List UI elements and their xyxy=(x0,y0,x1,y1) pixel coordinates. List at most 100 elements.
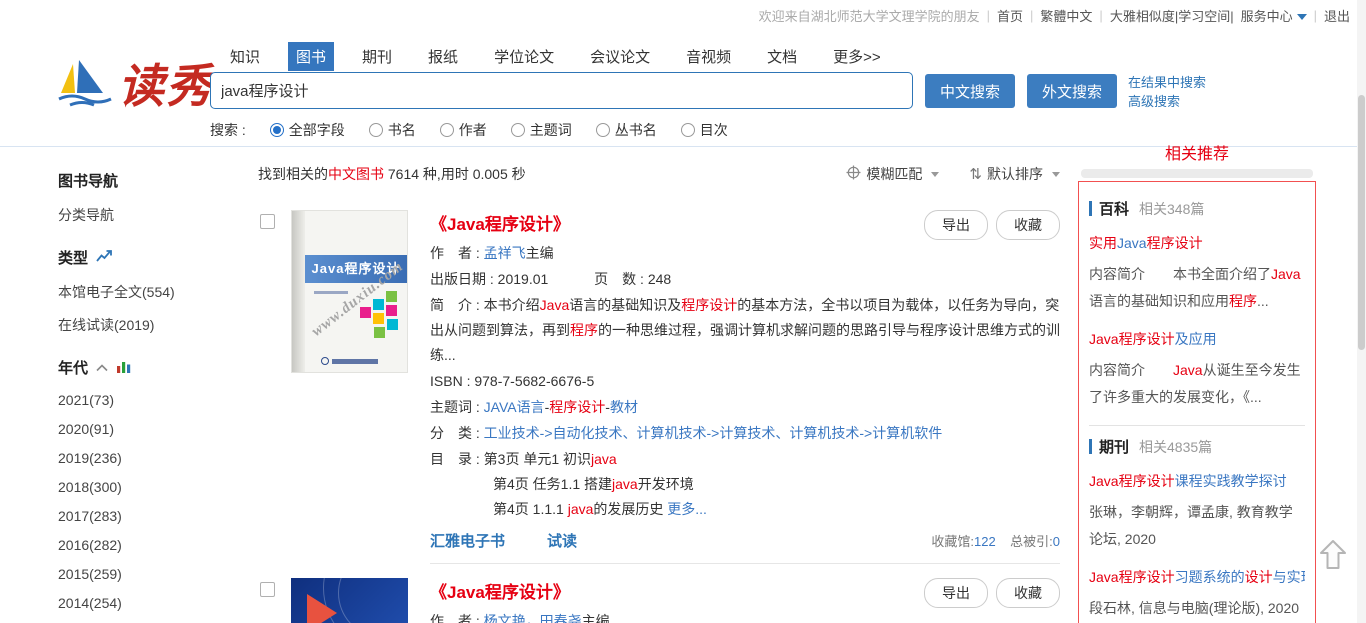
sidebar-item-online-preview[interactable]: 在线试读(2019) xyxy=(58,315,233,335)
section-divider xyxy=(1089,425,1305,426)
scope-book-title[interactable]: 书名 xyxy=(369,120,416,140)
scope-toc[interactable]: 目次 xyxy=(681,120,728,140)
book-title-link[interactable]: 《Java程序设计》 xyxy=(430,210,924,235)
scope-all-fields[interactable]: 全部字段 xyxy=(270,120,345,140)
chinese-search-button[interactable]: 中文搜索 xyxy=(925,74,1015,108)
back-to-top-button[interactable] xyxy=(1318,538,1348,577)
chevron-up-icon[interactable] xyxy=(96,359,108,376)
logout-link[interactable]: 退出 xyxy=(1324,6,1350,25)
recommend-item-link[interactable]: Java程序设计课程实践教学探讨 xyxy=(1089,471,1305,491)
bar-chart-icon[interactable] xyxy=(116,359,132,377)
radio-icon xyxy=(440,123,454,137)
book-title-link[interactable]: 《Java程序设计》 xyxy=(430,578,924,603)
huiya-ebook-link[interactable]: 汇雅电子书 xyxy=(430,530,505,551)
year-filter[interactable]: 2016(282) xyxy=(58,537,233,553)
duxiu-logo[interactable]: 读秀 xyxy=(56,58,214,115)
arrow-up-icon xyxy=(1318,538,1348,572)
recommend-item-link[interactable]: 实用Java程序设计 xyxy=(1089,233,1305,253)
foreign-search-button[interactable]: 外文搜索 xyxy=(1027,74,1117,108)
journal-section-header: 期刊 相关4835篇 xyxy=(1089,436,1305,457)
toc-row-1: 目 录 : 第3页 单元1 初识java xyxy=(430,447,1060,472)
tab-journals[interactable]: 期刊 xyxy=(354,42,400,71)
separator: | xyxy=(1099,8,1102,23)
summary-row: 简 介 : 本书介绍Java语言的基础知识及程序设计的基本方法，全书以项目为载体… xyxy=(430,293,1060,368)
favorite-button[interactable]: 收藏 xyxy=(996,578,1060,608)
book-cover-thumbnail[interactable]: Java程序设计 www.duxiu.com xyxy=(291,210,408,373)
sidebar-item-category-nav[interactable]: 分类导航 xyxy=(58,205,233,225)
tab-knowledge[interactable]: 知识 xyxy=(222,42,268,71)
author-link[interactable]: 孟祥飞主编 xyxy=(484,245,554,261)
scope-author[interactable]: 作者 xyxy=(440,120,487,140)
year-filter[interactable]: 2014(254) xyxy=(58,595,233,611)
radio-icon xyxy=(369,123,383,137)
year-filter[interactable]: 2020(91) xyxy=(58,421,233,437)
scope-subject[interactable]: 主题词 xyxy=(511,120,572,140)
service-center-menu[interactable]: 服务中心 xyxy=(1241,6,1307,25)
tab-documents[interactable]: 文档 xyxy=(759,42,805,71)
page-scrollbar-track[interactable] xyxy=(1357,0,1366,623)
select-checkbox[interactable] xyxy=(260,582,275,597)
favorite-button[interactable]: 收藏 xyxy=(996,210,1060,240)
year-filter[interactable]: 2015(259) xyxy=(58,566,233,582)
cover-art-circle xyxy=(338,578,408,623)
encyclopedia-section-header: 百科 相关348篇 xyxy=(1089,198,1305,219)
publisher-mark xyxy=(292,357,407,365)
recommend-item-link[interactable]: Java程序设计及应用 xyxy=(1089,329,1305,349)
isbn-row: ISBN : 978-7-5682-6676-5 xyxy=(430,369,1060,394)
year-filter[interactable]: 2017(283) xyxy=(58,508,233,524)
category-breadcrumb-links[interactable]: 工业技术->自动化技术、计算机技术->计算技术、计算机技术->计算机软件 xyxy=(484,425,943,441)
cover-play-triangle xyxy=(307,594,337,623)
author-link[interactable]: 杨文艳，田春尧主编 xyxy=(484,613,610,623)
sort-dropdown[interactable]: ⇅ 默认排序 xyxy=(969,164,1060,184)
cover-mosaic-art xyxy=(360,307,371,318)
logo-wordmark: 读秀 xyxy=(118,64,214,110)
search-within-results-link[interactable]: 在结果中搜索 xyxy=(1128,73,1206,92)
radio-icon xyxy=(596,123,610,137)
sidebar-item-fulltext[interactable]: 本馆电子全文(554) xyxy=(58,282,233,302)
book-result-1: Java程序设计 www.duxiu.com 《Java程序设计》 导出 收藏 … xyxy=(258,210,1060,564)
tab-newspapers[interactable]: 报纸 xyxy=(420,42,466,71)
tab-audio-video[interactable]: 音视频 xyxy=(678,42,739,71)
recommend-item-desc: 内容简介 Java从诞生至今发生了许多重大的发展变化，《... xyxy=(1089,357,1305,411)
recommend-header-bar xyxy=(1081,169,1313,178)
cover-byline-mark xyxy=(314,291,348,294)
export-button[interactable]: 导出 xyxy=(924,578,988,608)
book-cover-thumbnail[interactable]: Java程序设计 xyxy=(291,578,408,623)
scope-series-title[interactable]: 丛书名 xyxy=(596,120,657,140)
year-filter[interactable]: 2019(236) xyxy=(58,450,233,466)
separator: | xyxy=(987,8,990,23)
export-button[interactable]: 导出 xyxy=(924,210,988,240)
tab-theses[interactable]: 学位论文 xyxy=(486,42,562,71)
publish-row: 出版日期 : 2019.01 页 数 : 248 xyxy=(430,267,1060,292)
traditional-chinese-link[interactable]: 繁體中文 xyxy=(1040,6,1092,25)
advanced-search-link[interactable]: 高级搜索 xyxy=(1128,92,1206,111)
tab-books[interactable]: 图书 xyxy=(288,42,334,71)
duxiu-book-search-page: 欢迎来自湖北师范大学文理学院的朋友 | 首页 | 繁體中文 | 大雅相似度|学习… xyxy=(0,0,1366,623)
recommend-item-desc: 内容简介 本书全面介绍了Java语言的基础知识和应用程序... xyxy=(1089,261,1305,315)
category-row: 分 类 : 工业技术->自动化技术、计算机技术->计算技术、计算机技术->计算机… xyxy=(430,421,1060,446)
toc-row-3: 第4页 1.1.1 java的发展历史 更多... xyxy=(430,497,1060,522)
subject-links[interactable]: JAVA语言-程序设计-教材 xyxy=(484,399,638,415)
year-filter[interactable]: 2018(300) xyxy=(58,479,233,495)
primary-nav-tabs: 知识 图书 期刊 报纸 学位论文 会议论文 音视频 文档 更多>> xyxy=(222,42,889,71)
radio-icon xyxy=(511,123,525,137)
tab-conference-papers[interactable]: 会议论文 xyxy=(582,42,658,71)
isbn-value: 978-7-5682-6676-5 xyxy=(474,373,594,389)
fuzzy-match-dropdown[interactable]: 模糊匹配 xyxy=(846,164,939,184)
home-link[interactable]: 首页 xyxy=(997,6,1023,25)
scrollbar-thumb[interactable] xyxy=(1358,95,1365,350)
recommend-title[interactable]: 相关推荐 xyxy=(1078,140,1316,164)
tab-more[interactable]: 更多>> xyxy=(825,42,889,71)
year-filter[interactable]: 2021(73) xyxy=(58,392,233,408)
recommend-item-link[interactable]: Java程序设计习题系统的设计与实现 xyxy=(1089,567,1305,587)
select-checkbox[interactable] xyxy=(260,214,275,229)
daya-learning-link[interactable]: 大雅相似度|学习空间| xyxy=(1110,6,1234,25)
type-heading: 类型 xyxy=(58,247,233,268)
preview-link[interactable]: 试读 xyxy=(547,530,577,551)
search-extra-links: 在结果中搜索 高级搜索 xyxy=(1128,73,1206,111)
holdings-count[interactable]: 收藏馆:122 xyxy=(931,534,995,549)
trend-chart-icon[interactable] xyxy=(96,249,113,267)
search-input[interactable] xyxy=(210,72,913,109)
chevron-down-icon xyxy=(1052,172,1060,177)
top-utility-bar: 欢迎来自湖北师范大学文理学院的朋友 | 首页 | 繁體中文 | 大雅相似度|学习… xyxy=(759,0,1350,30)
